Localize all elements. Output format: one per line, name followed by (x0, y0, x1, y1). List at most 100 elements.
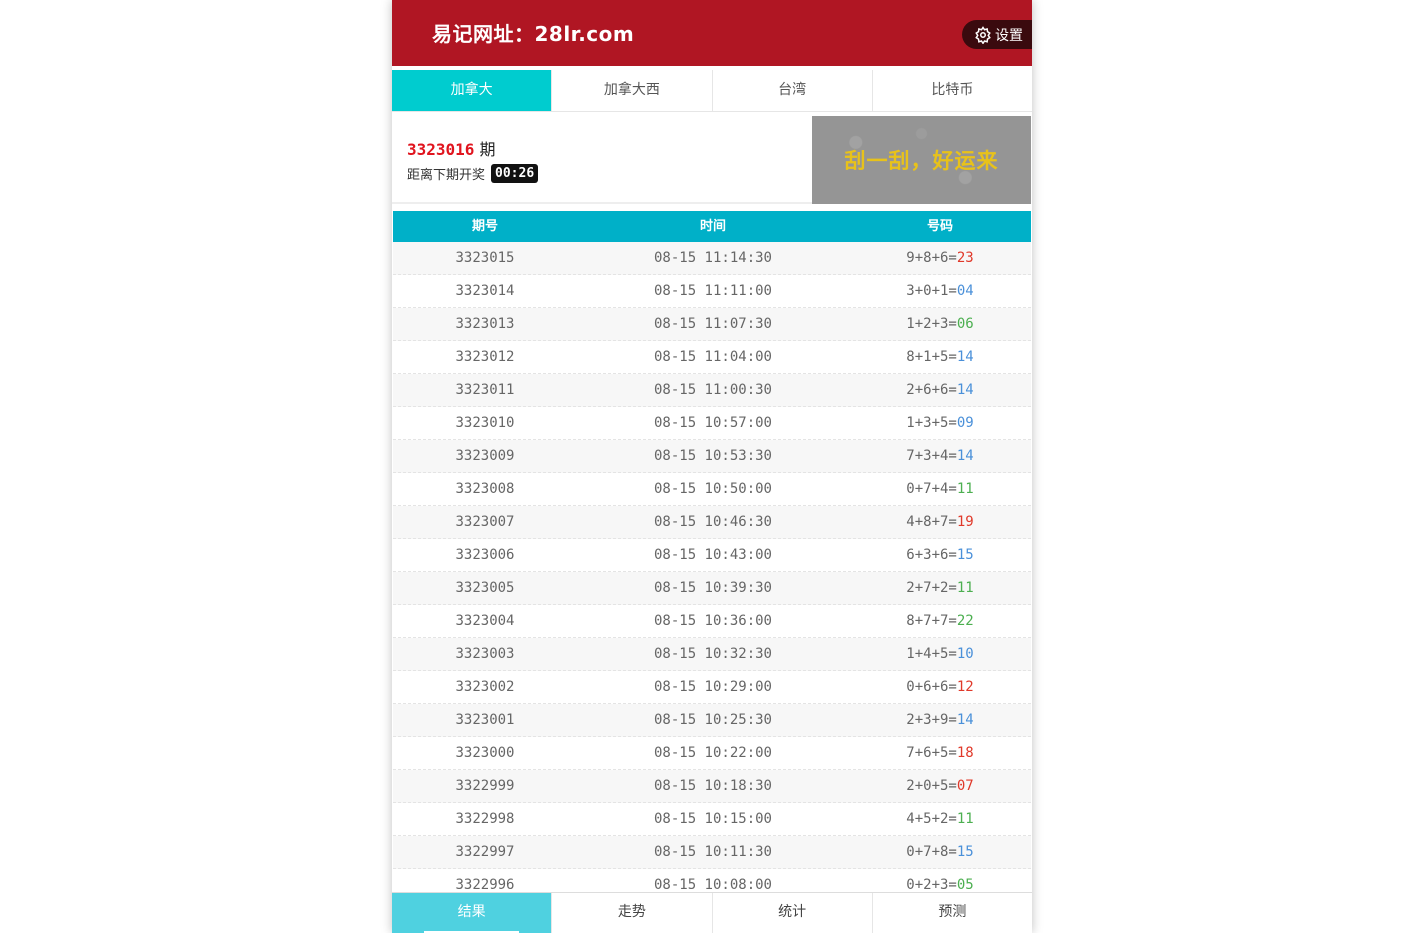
countdown-label: 距离下期开奖 (407, 168, 486, 183)
row-numbers: 2+3+9=14 (849, 704, 1031, 736)
row-sum: 04 (956, 283, 974, 299)
row-time: 08-15 11:07:30 (653, 316, 772, 332)
row-numbers: 4+5+2=11 (849, 803, 1031, 835)
row-issue: 3323001 (455, 712, 515, 728)
row-sum: 07 (956, 778, 974, 794)
row-sum: 09 (956, 415, 974, 431)
row-time: 08-15 11:04:00 (653, 349, 772, 365)
table-row: 3323009 08-15 10:53:30 7+3+4=14 (393, 440, 1031, 473)
row-expression: 0+7+8= (906, 844, 957, 860)
table-row: 3323005 08-15 10:39:30 2+7+2=11 (393, 572, 1031, 605)
row-time: 08-15 10:32:30 (653, 646, 772, 662)
row-numbers: 4+8+7=19 (849, 506, 1031, 538)
row-issue: 3323002 (455, 679, 515, 695)
countdown-timer: 00:26 (491, 164, 539, 183)
row-sum: 11 (956, 811, 974, 827)
row-sum: 18 (956, 745, 974, 761)
row-issue: 3323011 (455, 382, 515, 398)
row-sum: 11 (956, 580, 974, 596)
row-sum: 06 (956, 316, 974, 332)
row-time: 08-15 10:22:00 (653, 745, 772, 761)
row-issue: 3322996 (455, 877, 515, 892)
row-numbers: 2+0+5=07 (849, 770, 1031, 802)
row-issue: 3322999 (455, 778, 515, 794)
row-numbers: 0+7+4=11 (849, 473, 1031, 505)
row-numbers: 8+1+5=14 (849, 341, 1031, 373)
row-expression: 4+5+2= (906, 811, 957, 827)
table-row: 3323001 08-15 10:25:30 2+3+9=14 (393, 704, 1031, 737)
row-numbers: 9+8+6=23 (849, 242, 1031, 274)
row-numbers: 2+6+6=14 (849, 374, 1031, 406)
row-time: 08-15 10:39:30 (653, 580, 772, 596)
app-container: 易记网址：28lr.com 设置 加拿大 加拿大西 台湾 比特币 3323016… (392, 0, 1032, 933)
row-numbers: 0+2+3=05 (849, 869, 1031, 892)
row-numbers: 0+6+6=12 (849, 671, 1031, 703)
row-expression: 7+6+5= (906, 745, 957, 761)
row-sum: 15 (956, 844, 974, 860)
scratch-card-banner[interactable]: 刮一刮，好运来 (812, 116, 1031, 204)
row-numbers: 7+6+5=18 (849, 737, 1031, 769)
row-time: 08-15 10:53:30 (653, 448, 772, 464)
table-row: 3322999 08-15 10:18:30 2+0+5=07 (393, 770, 1031, 803)
row-issue: 3323007 (455, 514, 515, 530)
row-time: 08-15 10:43:00 (653, 547, 772, 563)
table-row: 3323014 08-15 11:11:00 3+0+1=04 (393, 275, 1031, 308)
table-row: 3323012 08-15 11:04:00 8+1+5=14 (393, 341, 1031, 374)
results-table-body[interactable]: 3323015 08-15 11:14:30 9+8+6=23 3323014 08-1… (393, 242, 1031, 892)
table-row: 3323000 08-15 10:22:00 7+6+5=18 (393, 737, 1031, 770)
tab-canada[interactable]: 加拿大 (392, 70, 553, 111)
nav-trend[interactable]: 走势 (552, 893, 713, 933)
nav-prediction[interactable]: 预测 (873, 893, 1032, 933)
bottom-nav: 结果 走势 统计 预测 (392, 892, 1032, 933)
row-numbers: 1+3+5=09 (849, 407, 1031, 439)
row-time: 08-15 10:29:00 (653, 679, 772, 695)
col-header-numbers: 号码 (926, 219, 953, 234)
table-row: 3323006 08-15 10:43:00 6+3+6=15 (393, 539, 1031, 572)
row-issue: 3323015 (455, 250, 515, 266)
row-expression: 9+8+6= (906, 250, 957, 266)
row-issue: 3323006 (455, 547, 515, 563)
row-sum: 12 (956, 679, 974, 695)
row-numbers: 2+7+2=11 (849, 572, 1031, 604)
table-row: 3322996 08-15 10:08:00 0+2+3=05 (393, 869, 1031, 892)
current-issue: 3323016 期 (407, 136, 496, 160)
settings-button[interactable]: 设置 (962, 20, 1032, 49)
table-row: 3323002 08-15 10:29:00 0+6+6=12 (393, 671, 1031, 704)
row-sum: 14 (956, 712, 974, 728)
row-issue: 3322997 (455, 844, 515, 860)
table-row: 3323008 08-15 10:50:00 0+7+4=11 (393, 473, 1031, 506)
current-draw-panel: 3323016 期 距离下期开奖 00:26 (392, 116, 812, 204)
row-time: 08-15 10:46:30 (653, 514, 772, 530)
gear-icon (975, 25, 991, 44)
row-expression: 8+7+7= (906, 613, 957, 629)
row-issue: 3323004 (455, 613, 515, 629)
tab-bitcoin[interactable]: 比特币 (872, 70, 1032, 111)
tab-canada-west[interactable]: 加拿大西 (552, 70, 713, 111)
table-row: 3323013 08-15 11:07:30 1+2+3=06 (393, 308, 1031, 341)
table-row: 3323011 08-15 11:00:30 2+6+6=14 (393, 374, 1031, 407)
issue-suffix: 期 (474, 140, 496, 159)
lottery-tabs: 加拿大 加拿大西 台湾 比特币 (392, 70, 1032, 112)
row-sum: 11 (956, 481, 974, 497)
settings-label: 设置 (995, 27, 1023, 44)
row-time: 08-15 10:57:00 (653, 415, 772, 431)
row-issue: 3323000 (455, 745, 515, 761)
row-issue: 3323010 (455, 415, 515, 431)
row-sum: 14 (956, 448, 974, 464)
row-sum: 14 (956, 349, 974, 365)
row-expression: 7+3+4= (906, 448, 957, 464)
row-expression: 1+2+3= (906, 316, 957, 332)
row-issue: 3323003 (455, 646, 515, 662)
table-row: 3323007 08-15 10:46:30 4+8+7=19 (393, 506, 1031, 539)
row-sum: 22 (956, 613, 974, 629)
tab-taiwan[interactable]: 台湾 (712, 70, 873, 111)
row-numbers: 1+4+5=10 (849, 638, 1031, 670)
table-row: 3322998 08-15 10:15:00 4+5+2=11 (393, 803, 1031, 836)
nav-statistics[interactable]: 统计 (713, 893, 873, 933)
table-row: 3323015 08-15 11:14:30 9+8+6=23 (393, 242, 1031, 275)
row-issue: 3323005 (455, 580, 515, 596)
row-expression: 2+6+6= (906, 382, 957, 398)
table-row: 3322997 08-15 10:11:30 0+7+8=15 (393, 836, 1031, 869)
table-row: 3323010 08-15 10:57:00 1+3+5=09 (393, 407, 1031, 440)
nav-results[interactable]: 结果 (392, 893, 553, 933)
